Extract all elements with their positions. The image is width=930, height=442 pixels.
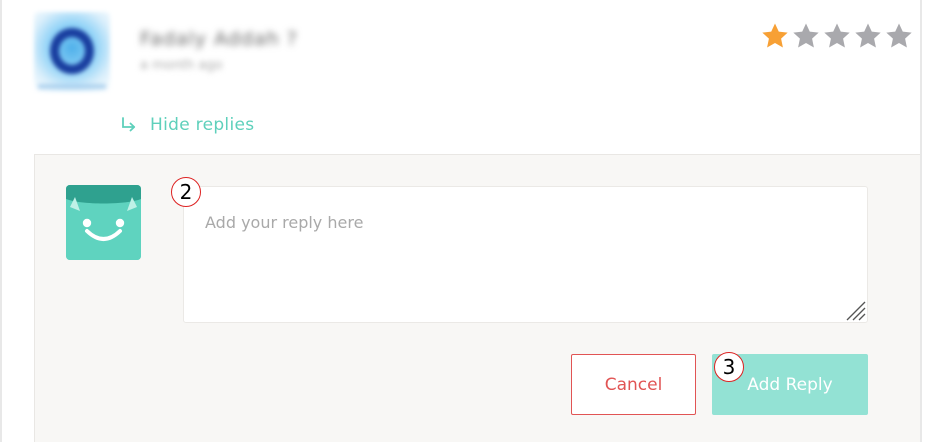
star-empty-icon [853, 22, 884, 52]
hide-replies-link[interactable]: Hide replies [118, 114, 254, 136]
star-empty-icon [884, 22, 915, 52]
star-rating [760, 22, 915, 52]
reviewer-name: Fadaly Addah ? [140, 28, 298, 50]
hide-replies-label: Hide replies [150, 115, 255, 135]
star-empty-icon [822, 22, 853, 52]
reply-textarea[interactable] [183, 186, 868, 323]
star-filled-icon [760, 22, 791, 52]
annotation-marker: 3 [714, 352, 744, 382]
smiling-face-avatar-icon [66, 185, 141, 260]
cancel-button[interactable]: Cancel [571, 354, 696, 415]
review-header: Fadaly Addah ? a month ago [0, 0, 930, 100]
reply-arrow-icon [122, 117, 136, 132]
app-logo-icon [34, 12, 110, 92]
annotation-marker: 2 [171, 177, 201, 207]
reply-textarea-wrapper [183, 186, 868, 323]
review-date: a month ago [140, 58, 223, 73]
star-empty-icon [791, 22, 822, 52]
